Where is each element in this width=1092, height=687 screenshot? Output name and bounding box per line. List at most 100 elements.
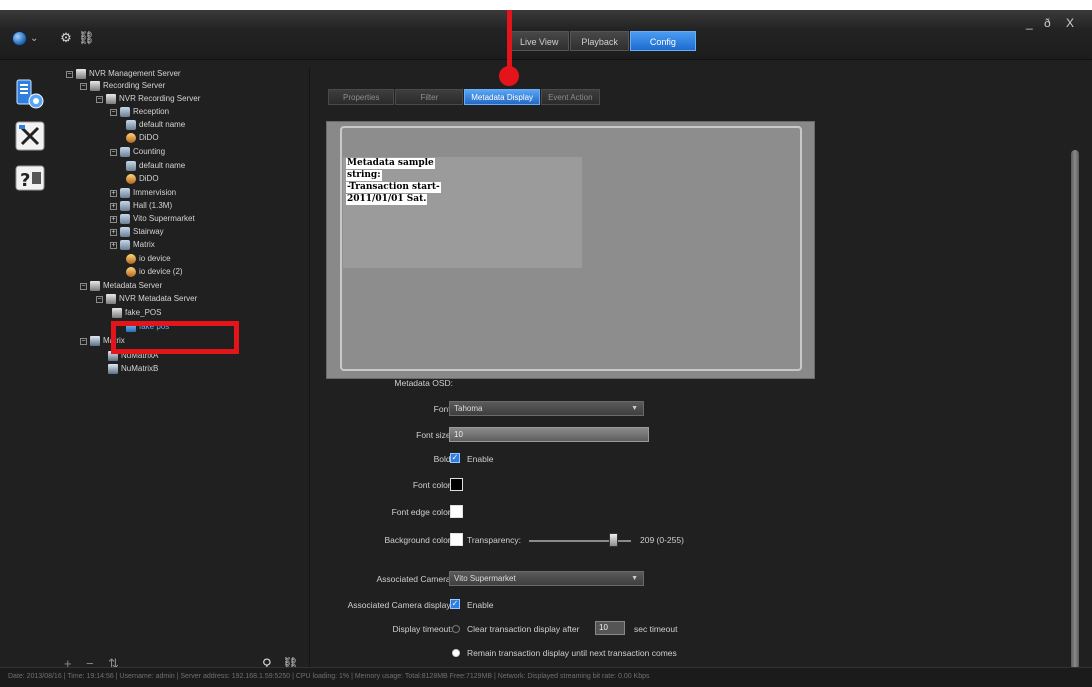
font-color-swatch[interactable] (450, 478, 463, 491)
tree-node-counting-dido[interactable]: DiDO (126, 173, 159, 185)
tab-filter[interactable]: Filter (395, 89, 464, 105)
font-edge-color-swatch[interactable] (450, 505, 463, 518)
pos-icon (112, 308, 122, 318)
server-icon (106, 94, 116, 104)
camera-icon (120, 201, 130, 211)
font-size-input[interactable]: 10 (449, 427, 649, 442)
associated-camera-label: Associated Camera: (376, 574, 453, 584)
tree-node-nvr-metadata-server[interactable]: − NVR Metadata Server (96, 293, 197, 305)
collapse-icon[interactable]: − (80, 82, 87, 90)
server-icon (90, 281, 100, 291)
collapse-icon[interactable]: − (96, 295, 103, 303)
background-color-label: Background color: (384, 535, 453, 545)
device-config-icon[interactable] (14, 78, 46, 110)
matrix-icon (108, 364, 118, 374)
restore-button[interactable]: ð (1044, 16, 1051, 30)
tree-node-recording-server[interactable]: − Recording Server (80, 80, 165, 92)
tree-node-hall[interactable]: + Hall (1.3M) (110, 200, 172, 212)
associated-camera-display-checkbox[interactable]: ✓ (450, 599, 460, 609)
preview-frame: Metadata sample string: -Transaction sta… (340, 126, 802, 371)
tree-node-matrix[interactable]: + Matrix (110, 239, 155, 251)
minimize-button[interactable]: _ (1026, 16, 1033, 30)
tree-node-counting[interactable]: − Counting (110, 146, 165, 158)
display-timeout-label: Display timeout: (392, 624, 453, 634)
expand-icon[interactable]: + (110, 215, 117, 223)
timeout-stepper[interactable]: 10 (595, 621, 625, 635)
tab-playback[interactable]: Playback (570, 31, 629, 51)
tab-config[interactable]: Config (629, 31, 696, 51)
collapse-icon[interactable]: − (110, 108, 117, 116)
expand-icon[interactable]: + (110, 228, 117, 236)
tab-properties[interactable]: Properties (328, 89, 395, 105)
title-bar: ⌄ ⚙ ⛓ Live View Playback Config _ ð X (0, 10, 1092, 60)
expand-icon[interactable]: + (110, 241, 117, 249)
timeout-unit-label: sec timeout (634, 624, 678, 634)
expand-icon[interactable]: + (110, 189, 117, 197)
remain-transaction-label: Remain transaction display until next tr… (467, 648, 677, 658)
tree-node-root[interactable]: − NVR Management Server (66, 68, 181, 80)
tree-node-nvr-recording-server[interactable]: − NVR Recording Server (96, 93, 200, 105)
tree-node-immervision[interactable]: + Immervision (110, 187, 176, 199)
camera-icon (126, 161, 136, 171)
associated-camera-select[interactable]: Vito Supermarket ▼ (449, 571, 644, 586)
chevron-down-icon: ▼ (631, 575, 638, 582)
app-menu-button[interactable]: ⌄ (12, 30, 42, 46)
tree-node-metadata-server[interactable]: − Metadata Server (80, 280, 162, 292)
globe-icon (12, 30, 27, 46)
bold-checkbox[interactable]: ✓ (450, 453, 460, 463)
camera-icon (120, 147, 130, 157)
annotation-highlight-box (111, 321, 239, 354)
svg-text:?: ? (20, 170, 30, 191)
collapse-icon[interactable]: − (80, 337, 87, 345)
metadata-preview: Metadata sample string: -Transaction sta… (326, 121, 815, 379)
collapse-icon[interactable]: − (80, 282, 87, 290)
tools-icon[interactable] (14, 120, 46, 152)
associated-camera-display-enable: Enable (467, 600, 494, 610)
transparency-slider-handle[interactable] (608, 533, 618, 547)
associated-camera-display-label: Associated Camera display: (347, 600, 453, 610)
tab-metadata-display[interactable]: Metadata Display (464, 89, 541, 105)
preview-line: string: (346, 170, 382, 181)
server-icon (76, 69, 86, 79)
expand-icon[interactable]: + (110, 202, 117, 210)
link-icon[interactable]: ⛓ (78, 30, 95, 46)
font-select[interactable]: Tahoma ▼ (449, 401, 644, 416)
font-color-label: Font color: (412, 480, 453, 490)
remain-transaction-radio[interactable] (452, 649, 460, 657)
tab-event-action[interactable]: Event Action (541, 89, 600, 105)
tree-node-stairway[interactable]: + Stairway (110, 226, 164, 238)
add-device-icon[interactable]: ⚙ (58, 30, 74, 46)
transparency-label: Transparency: (467, 535, 522, 545)
preview-line: 2011/01/01 Sat. (346, 194, 428, 205)
clear-transaction-label: Clear transaction display after (467, 624, 580, 634)
tree-node-io-device[interactable]: io device (126, 253, 171, 265)
tree-node-io-device-2[interactable]: io device (2) (126, 266, 183, 278)
tab-live-view[interactable]: Live View (509, 31, 570, 51)
transparency-value: 209 (0-255) (640, 535, 684, 545)
collapse-icon[interactable]: − (110, 148, 117, 156)
font-edge-color-label: Font edge color: (391, 507, 453, 517)
scrollbar-thumb[interactable] (1071, 150, 1079, 670)
content-scrollbar[interactable] (1070, 80, 1080, 670)
chevron-down-icon: ▼ (631, 405, 638, 412)
status-text: Date: 2013/08/16 | Time: 19:14:56 | User… (8, 673, 650, 680)
annotation-line (507, 10, 512, 72)
collapse-icon[interactable]: − (66, 70, 73, 78)
background-color-swatch[interactable] (450, 533, 463, 546)
bold-enable-label: Enable (467, 454, 494, 464)
module-sidebar: ? (10, 68, 54, 258)
osd-overlay: Metadata sample string: -Transaction sta… (343, 157, 582, 268)
collapse-icon[interactable]: − (96, 95, 103, 103)
tree-node-vito[interactable]: + Vito Supermarket (110, 213, 195, 225)
tree-node-numatrix-b[interactable]: NuMatrixB (108, 363, 158, 375)
tree-node-counting-default[interactable]: default name (126, 160, 185, 172)
tree-node-reception[interactable]: − Reception (110, 106, 169, 118)
tree-node-fake-pos-parent[interactable]: fake_POS (112, 307, 161, 319)
main-tabs: Live View Playback Config (509, 31, 697, 51)
camera-icon (120, 227, 130, 237)
tree-node-reception-dido[interactable]: DiDO (126, 132, 159, 144)
clear-transaction-radio[interactable] (452, 625, 460, 633)
close-button[interactable]: X (1066, 16, 1074, 30)
tree-node-reception-default[interactable]: default name (126, 119, 185, 131)
help-icon[interactable]: ? (14, 162, 46, 194)
